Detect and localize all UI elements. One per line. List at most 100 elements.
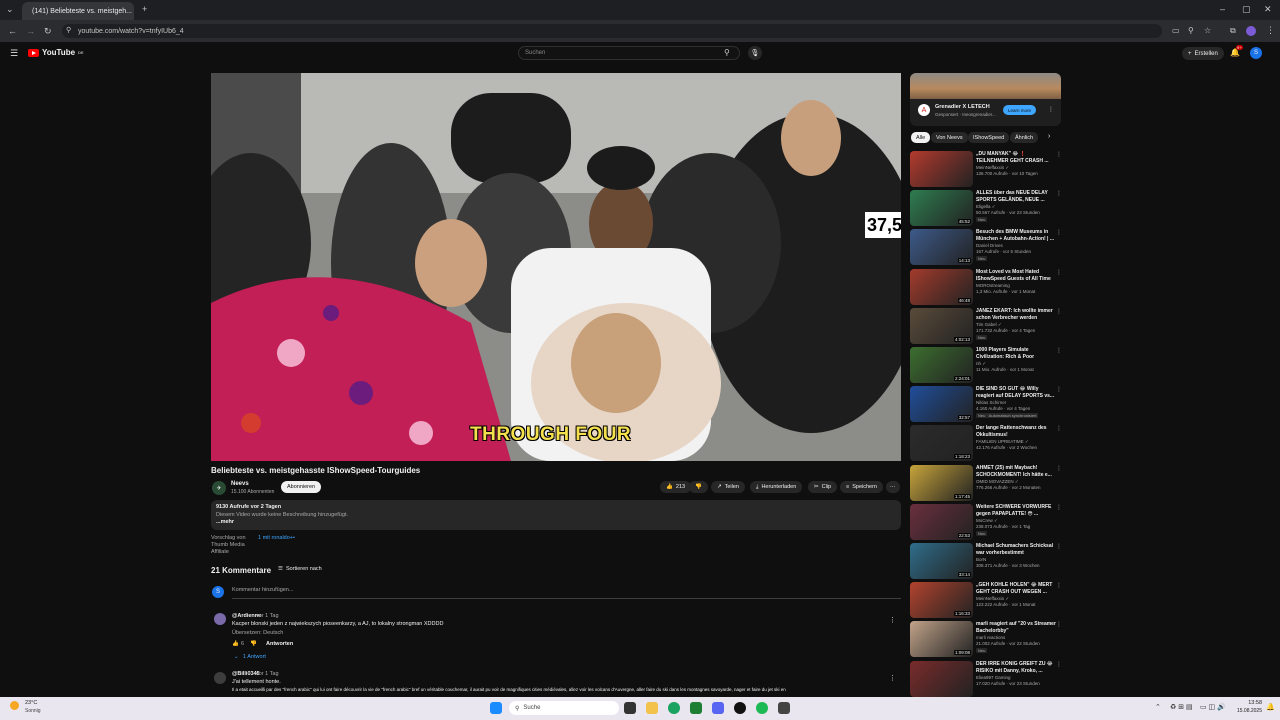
related-video-title[interactable]: marli reagiert auf "20 vs Streamer Bache… bbox=[976, 621, 1056, 634]
clip-button[interactable]: ✂ Clip bbox=[808, 481, 838, 493]
create-button[interactable]: + Erstellen bbox=[1182, 47, 1224, 60]
related-video-item[interactable]: 22:53 Weitere SCHWERE VORWÜRFE gegen PAPA… bbox=[910, 504, 1062, 540]
comment-like-icon[interactable]: 👍 bbox=[232, 641, 239, 647]
microphone-icon[interactable]: 🎙 bbox=[748, 46, 762, 60]
video-thumbnail[interactable]: 14:13 bbox=[910, 229, 973, 265]
video-thumbnail[interactable]: 22:53 bbox=[910, 504, 973, 540]
related-video-item[interactable]: DER IRRE KÖNIG GREIFT ZU 😂 RISIKO mit Da… bbox=[910, 661, 1062, 697]
forward-arrow-icon[interactable]: → bbox=[26, 26, 35, 36]
user-avatar[interactable]: S bbox=[1250, 47, 1262, 59]
video-menu-icon[interactable]: ⋮ bbox=[1056, 269, 1062, 276]
tray-chevron-icon[interactable]: ⌃ bbox=[1155, 703, 1161, 711]
browser-menu-icon[interactable]: ⋮ bbox=[1266, 25, 1275, 36]
related-video-title[interactable]: DER IRRE KÖNIG GREIFT ZU 😂 RISIKO mit Da… bbox=[976, 661, 1056, 674]
more-actions-button[interactable]: ⋯ bbox=[886, 481, 900, 493]
video-thumbnail[interactable]: 1:16:33 bbox=[910, 582, 973, 618]
browser-tab-active[interactable]: (141) Beliebteste vs. meistgeh... 🔊 ✕ bbox=[22, 2, 134, 20]
video-player[interactable] bbox=[211, 73, 901, 461]
channel-avatar[interactable]: ✈ bbox=[212, 481, 226, 495]
related-video-title[interactable]: JANEZ EKART: Ich wollte immer schon Verb… bbox=[976, 308, 1056, 321]
taskbar-search[interactable]: ⚲ Suche bbox=[509, 701, 619, 715]
related-video-channel[interactable]: marli reactions bbox=[976, 635, 1005, 640]
video-thumbnail[interactable]: 1:09:08 bbox=[910, 621, 973, 657]
related-video-item[interactable]: 1:16:33 „GEH KOHLE HOLEN" 😂 MERT GEHT CRA… bbox=[910, 582, 1062, 618]
suggestion-link[interactable]: 1 mit ronaldo+• bbox=[258, 535, 295, 541]
related-video-title[interactable]: ALLES über das NEUE DELAY SPORTS GELÄNDE… bbox=[976, 190, 1056, 203]
video-menu-icon[interactable]: ⋮ bbox=[1056, 543, 1062, 550]
spotify-icon[interactable] bbox=[756, 702, 768, 714]
video-menu-icon[interactable]: ⋮ bbox=[1056, 308, 1062, 315]
related-video-title[interactable]: Michael Schumachers Schicksal war vorher… bbox=[976, 543, 1056, 556]
chip-from-channel[interactable]: Von Neevs bbox=[931, 132, 968, 143]
video-menu-icon[interactable]: ⋮ bbox=[1056, 582, 1062, 589]
new-tab-button[interactable]: + bbox=[142, 4, 147, 14]
video-thumbnail[interactable]: 32:57 bbox=[910, 386, 973, 422]
weather-temp[interactable]: 23°C bbox=[25, 700, 37, 706]
subscribe-button[interactable]: Abonnieren bbox=[281, 481, 322, 493]
video-thumbnail[interactable]: 1:18:23 bbox=[910, 425, 973, 461]
video-menu-icon[interactable]: ⋮ bbox=[1056, 347, 1062, 354]
ad-cta-button[interactable]: Learn more bbox=[1003, 105, 1037, 115]
video-thumbnail[interactable]: 46:48 bbox=[910, 269, 973, 305]
clock-time[interactable]: 13:58 bbox=[1240, 700, 1262, 706]
notification-center-icon[interactable]: 🔔 bbox=[1266, 703, 1275, 711]
related-video-item[interactable]: 1:17:45 AHMET (25) mit Maybach! SCHOCKMOM… bbox=[910, 465, 1062, 501]
youtube-logo[interactable]: YouTube DE bbox=[28, 48, 84, 57]
extensions-icon[interactable]: ⧉ bbox=[1230, 26, 1236, 36]
related-video-title[interactable]: AHMET (25) mit Maybach! SCHOCKMOMENT! Ic… bbox=[976, 465, 1056, 478]
search-icon[interactable]: ⚲ bbox=[724, 48, 730, 57]
minecraft-icon[interactable] bbox=[690, 702, 702, 714]
weather-sun-icon[interactable] bbox=[10, 701, 19, 710]
video-menu-icon[interactable]: ⋮ bbox=[1056, 465, 1062, 472]
related-video-item[interactable]: 1:09:08 marli reagiert auf "20 vs Streame… bbox=[910, 621, 1062, 657]
related-video-item[interactable]: 46:48 Most Loved vs Most Hated IShowSpeed… bbox=[910, 269, 1062, 305]
chip-ishowspeed[interactable]: IShowSpeed bbox=[968, 132, 1010, 143]
profile-icon[interactable] bbox=[1246, 26, 1256, 36]
video-thumbnail[interactable] bbox=[910, 661, 973, 697]
related-video-item[interactable]: 4:02:13 JANEZ EKART: Ich wollte immer sch… bbox=[910, 308, 1062, 344]
maximize-button[interactable]: ▢ bbox=[1242, 4, 1251, 15]
video-thumbnail[interactable]: 4:02:13 bbox=[910, 308, 973, 344]
minimize-button[interactable]: – bbox=[1220, 4, 1225, 14]
ad-menu-icon[interactable]: ⋮ bbox=[1048, 106, 1054, 113]
related-video-title[interactable]: 1000 Players Simulate Civilization: Rich… bbox=[976, 347, 1056, 360]
related-video-item[interactable]: 45:52 ALLES über das NEUE DELAY SPORTS GE… bbox=[910, 190, 1062, 226]
video-thumbnail[interactable]: 45:52 bbox=[910, 190, 973, 226]
comment-author-avatar[interactable] bbox=[214, 613, 226, 625]
related-video-item[interactable]: 32:57 DIE SIND SO GUT 😂 Willy reagiert au… bbox=[910, 386, 1062, 422]
video-menu-icon[interactable]: ⋮ bbox=[1056, 386, 1062, 393]
dislike-button[interactable]: 👎 bbox=[689, 481, 708, 493]
network-volume-icons[interactable]: ▭ ◫ 🔊 bbox=[1200, 703, 1226, 711]
tab-search-icon[interactable]: ⌄ bbox=[6, 4, 14, 15]
related-video-channel[interactable]: Daniel Drives bbox=[976, 243, 1003, 248]
app-icon[interactable] bbox=[778, 702, 790, 714]
related-video-item[interactable]: 1:18:23 Der lange Rattenschwanz des Okkul… bbox=[910, 425, 1062, 461]
video-menu-icon[interactable]: ⋮ bbox=[1056, 621, 1062, 628]
related-video-title[interactable]: „GEH KOHLE HOLEN" 😂 MERT GEHT CRASH OUT … bbox=[976, 582, 1056, 595]
related-video-item[interactable]: 2:24:01 1000 Players Simulate Civilizatio… bbox=[910, 347, 1062, 383]
related-video-title[interactable]: „DU MANYAK" 😂 ❗ TEILNEHMER GEHT CRASH ..… bbox=[976, 151, 1056, 164]
add-comment-input[interactable]: Kommentar hinzufügen... bbox=[232, 587, 293, 593]
file-explorer-icon[interactable] bbox=[646, 702, 658, 714]
video-menu-icon[interactable]: ⋮ bbox=[1056, 661, 1062, 668]
steam-icon[interactable] bbox=[734, 702, 746, 714]
chip-all[interactable]: Alle bbox=[911, 132, 931, 143]
chips-next-chevron-icon[interactable]: › bbox=[1048, 133, 1050, 140]
related-video-title[interactable]: Weitere SCHWERE VORWÜRFE gegen PAPAPLATT… bbox=[976, 504, 1056, 517]
related-video-channel[interactable]: Eliea997 Gaming bbox=[976, 675, 1011, 680]
cast-icon[interactable]: ▭ bbox=[1172, 26, 1180, 35]
video-thumbnail[interactable]: 1:17:45 bbox=[910, 465, 973, 501]
comment-dislike-icon[interactable]: 👎 bbox=[250, 641, 257, 647]
sponsored-ad-card[interactable]: A Grenadier X LETECH Gesponsert · Ineosg… bbox=[910, 73, 1061, 126]
related-video-channel[interactable]: BorN bbox=[976, 557, 986, 562]
description-more-link[interactable]: ...mehr bbox=[216, 519, 234, 525]
video-menu-icon[interactable]: ⋮ bbox=[1056, 229, 1062, 236]
back-arrow-icon[interactable]: ← bbox=[8, 26, 17, 36]
view-replies-button[interactable]: 1 Antwort bbox=[243, 654, 266, 660]
close-window-button[interactable]: ✕ bbox=[1264, 4, 1272, 15]
download-button[interactable]: ⤓ Herunterladen bbox=[750, 481, 803, 493]
related-video-title[interactable]: Der lange Rattenschwanz des Okkultismus! bbox=[976, 425, 1056, 438]
related-video-item[interactable]: 14:13 Besuch des BMW Museums in München +… bbox=[910, 229, 1062, 265]
task-view-icon[interactable] bbox=[624, 702, 636, 714]
hamburger-menu-icon[interactable]: ☰ bbox=[10, 48, 18, 59]
